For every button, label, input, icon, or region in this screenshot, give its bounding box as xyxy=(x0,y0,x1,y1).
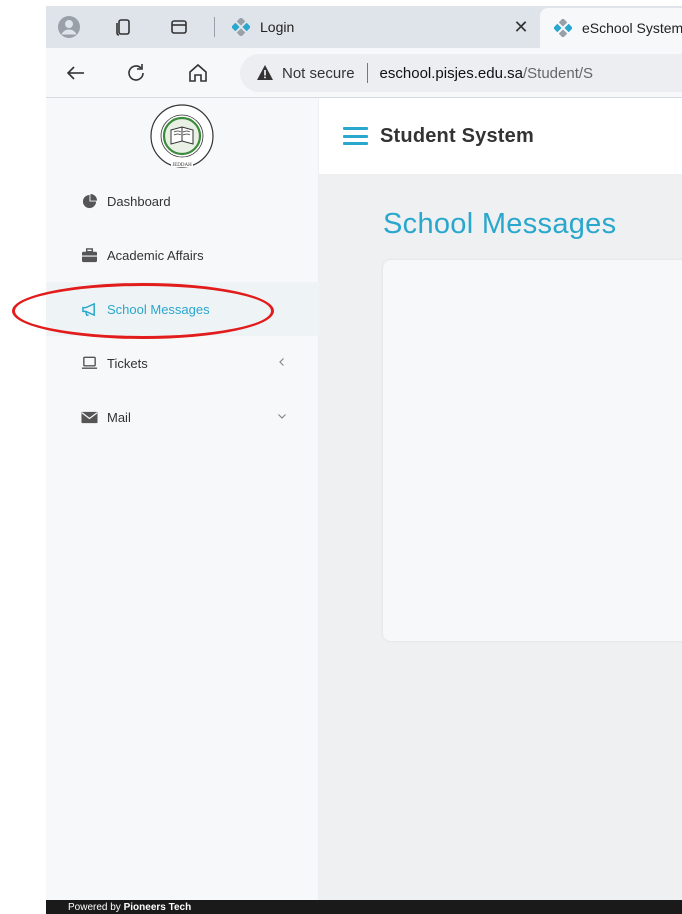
sidebar-item-academic-affairs[interactable]: Academic Affairs xyxy=(46,228,319,282)
briefcase-icon xyxy=(80,247,98,263)
tab-separator xyxy=(214,17,215,37)
megaphone-icon xyxy=(80,301,98,317)
sidebar-item-tickets[interactable]: Tickets xyxy=(46,336,319,390)
browser-toolbar: Not secure eschool.pisjes.edu.sa/Student… xyxy=(46,48,682,98)
address-divider xyxy=(366,63,368,83)
sidebar-item-label: School Messages xyxy=(107,301,210,317)
footer: Powered by Pioneers Tech xyxy=(46,900,682,914)
chevron-down-icon[interactable] xyxy=(275,409,289,423)
sidebar-item-mail[interactable]: Mail xyxy=(46,390,319,444)
laptop-icon xyxy=(80,355,98,371)
footer-brand: Pioneers Tech xyxy=(123,901,192,913)
address-bar[interactable]: Not secure eschool.pisjes.edu.sa/Student… xyxy=(240,54,682,92)
eschool-favicon-icon xyxy=(232,18,250,36)
sidebar: JEDDAH Dashboard Academic Affairs School… xyxy=(46,98,319,900)
school-logo[interactable]: JEDDAH xyxy=(46,98,318,174)
main-content: School Messages xyxy=(319,174,682,900)
sidebar-item-label: Dashboard xyxy=(107,193,171,209)
svg-text:JEDDAH: JEDDAH xyxy=(172,163,192,168)
sidebar-item-dashboard[interactable]: Dashboard xyxy=(46,174,319,228)
sidebar-item-label: Mail xyxy=(107,409,131,425)
sidebar-item-school-messages[interactable]: School Messages xyxy=(46,282,319,336)
footer-prefix: Powered by xyxy=(68,901,121,913)
url-host: eschool.pisjes.edu.sa xyxy=(379,64,523,82)
browser-tab-bar: Login ✕ eSchool System xyxy=(46,6,682,48)
back-icon[interactable] xyxy=(64,61,88,85)
chevron-left-icon[interactable] xyxy=(275,355,289,369)
pie-chart-icon xyxy=(80,193,98,209)
eschool-favicon-icon xyxy=(554,19,572,37)
envelope-icon xyxy=(80,409,98,425)
sidebar-item-label: Academic Affairs xyxy=(107,247,204,263)
home-icon[interactable] xyxy=(186,61,210,85)
page-title: School Messages xyxy=(383,208,617,240)
tab-title: Login xyxy=(260,19,295,35)
app-header: Student System xyxy=(319,98,682,174)
messages-card xyxy=(383,260,682,641)
security-status: Not secure xyxy=(282,64,355,82)
app-title: Student System xyxy=(380,124,534,147)
tab-title: eSchool System xyxy=(582,20,682,36)
warning-icon xyxy=(257,65,273,80)
tab-eschool-system[interactable]: eSchool System xyxy=(540,8,682,48)
collections-icon[interactable] xyxy=(112,16,134,38)
hamburger-menu-icon[interactable] xyxy=(343,125,368,147)
profile-icon[interactable] xyxy=(58,16,80,38)
close-tab-icon[interactable]: ✕ xyxy=(510,16,532,38)
sidebar-item-label: Tickets xyxy=(107,355,148,371)
reload-icon[interactable] xyxy=(124,61,148,85)
url-path: /Student/S xyxy=(522,64,594,82)
tab-actions-icon[interactable] xyxy=(168,16,190,38)
school-crest-icon: JEDDAH xyxy=(150,104,214,168)
